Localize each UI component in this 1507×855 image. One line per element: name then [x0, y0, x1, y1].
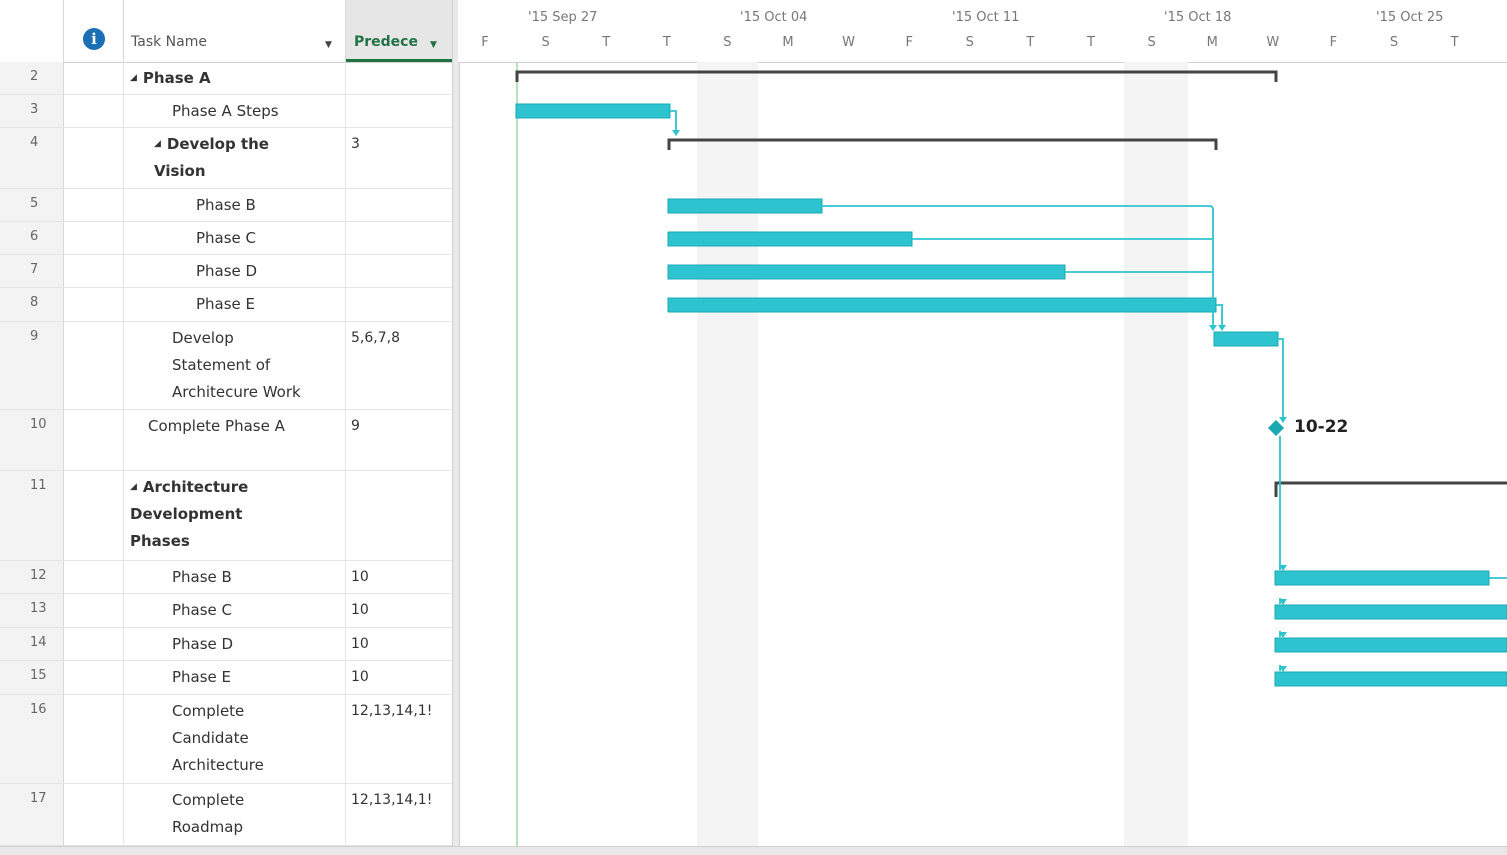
milestone-diamond: [1268, 420, 1284, 436]
link-arrow: [1209, 325, 1217, 331]
task-bar-phase-b: [667, 198, 823, 214]
summary-bar-architecture-development: [1274, 481, 1507, 497]
link-arrow: [1218, 325, 1226, 331]
task-bar-phase-e: [667, 297, 1217, 313]
task-bar-statement-of-work: [1213, 331, 1279, 347]
milestone-date-label: 10-22: [1294, 417, 1348, 437]
nonworking-time-shading: [697, 62, 758, 846]
nonworking-time-shading: [1124, 62, 1188, 846]
task-bar-phase-d-2: [1274, 637, 1507, 653]
dependency-link: [670, 110, 677, 130]
task-bar-phase-e-2: [1274, 671, 1507, 687]
task-bar-phase-c: [667, 231, 913, 247]
task-bar-phase-c-2: [1274, 604, 1507, 620]
task-bar-phase-d: [667, 264, 1066, 280]
dependency-link: [1216, 304, 1223, 325]
link-arrow: [1279, 417, 1287, 423]
link-arrow: [672, 130, 680, 136]
gantt-chart: 10-22: [515, 62, 1507, 846]
task-bar-phase-a-steps: [515, 103, 671, 119]
task-bar-phase-b-2: [1274, 570, 1490, 586]
dependency-link: [1278, 338, 1284, 418]
